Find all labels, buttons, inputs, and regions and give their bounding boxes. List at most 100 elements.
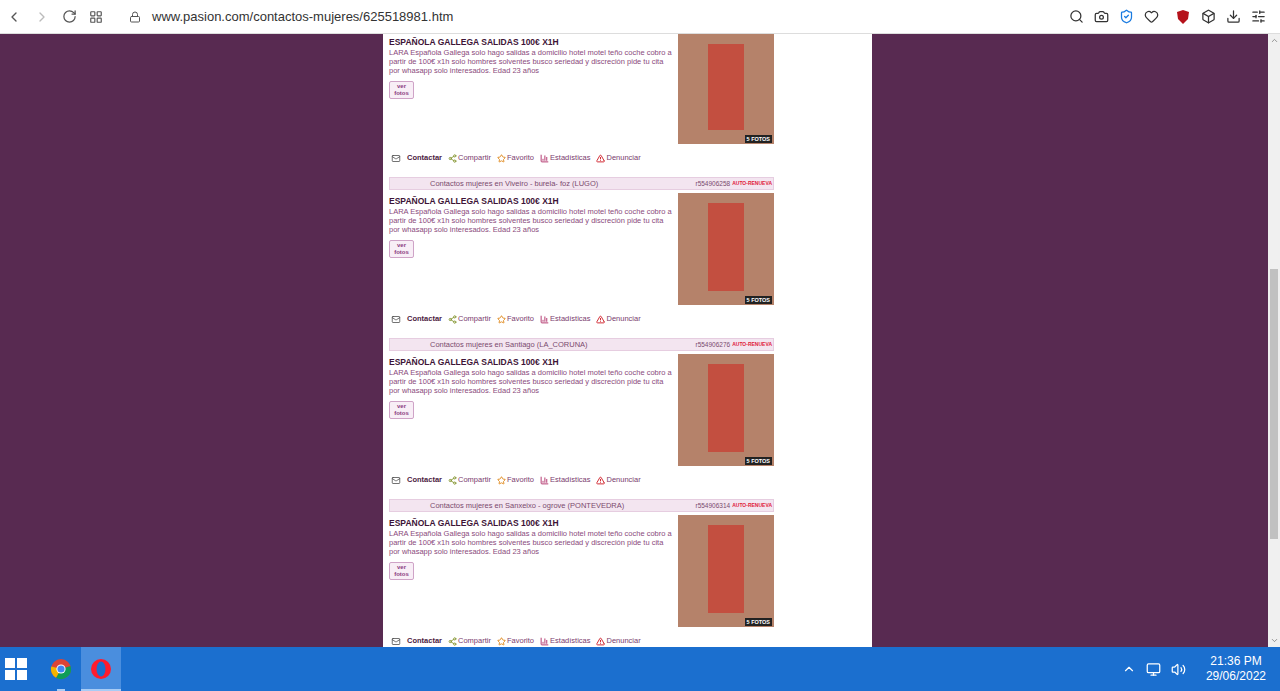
report-action[interactable]: Denunciar [596,635,640,646]
scrollbar[interactable] [1268,34,1280,647]
photo-count: 5 FOTOS [745,457,772,465]
ver-fotos-button[interactable]: ver fotos [389,401,414,419]
contact-action[interactable]: Contactar [389,152,442,163]
camera-icon[interactable] [1094,9,1109,24]
listings-column: ESPAÑOLA GALLEGA SALIDAS 100€ X1HLARA Es… [383,34,872,647]
extension-icon[interactable] [1201,9,1216,24]
stats-icon [540,637,549,646]
clock-time: 21:36 PM [1210,654,1261,669]
ver-fotos-button[interactable]: ver fotos [389,81,414,99]
opera-icon [90,658,112,680]
photo-count: 5 FOTOS [745,296,772,304]
forward-icon[interactable] [34,9,50,25]
favorite-action[interactable]: Favorito [497,474,534,485]
listing-description: LARA Española Gallega solo hago salidas … [389,368,674,395]
stats-icon [540,315,549,324]
report-action[interactable]: Denunciar [596,313,640,324]
share-action[interactable]: Compartir [448,313,491,324]
photo-block [708,364,744,452]
warning-icon [596,154,605,163]
share-action[interactable]: Compartir [448,635,491,646]
share-icon [448,476,457,485]
reload-icon[interactable] [62,9,77,24]
listing-location: Contactos mujeres en Viveiro - burela- f… [430,178,693,189]
listing-body: ESPAÑOLA GALLEGA SALIDAS 100€ X1HLARA Es… [389,515,774,627]
taskbar: 21:36 PM29/06/2022 [0,647,1280,691]
lock-icon [129,11,141,23]
share-action[interactable]: Compartir [448,152,491,163]
taskbar-app[interactable] [41,647,81,691]
ver-fotos-button[interactable]: ver fotos [389,240,414,258]
report-action[interactable]: Denunciar [596,152,640,163]
contact-icon [389,637,403,646]
taskbar-app[interactable] [81,647,121,691]
listing-body: ESPAÑOLA GALLEGA SALIDAS 100€ X1HLARA Es… [389,34,774,144]
favorite-action[interactable]: Favorito [497,635,534,646]
listing-title[interactable]: ESPAÑOLA GALLEGA SALIDAS 100€ X1H [389,357,674,367]
listing-title[interactable]: ESPAÑOLA GALLEGA SALIDAS 100€ X1H [389,37,674,47]
clock[interactable]: 21:36 PM29/06/2022 [1206,654,1266,684]
listing: ESPAÑOLA GALLEGA SALIDAS 100€ X1HLARA Es… [389,34,774,177]
settings-icon[interactable] [1251,9,1266,24]
scroll-down-icon[interactable] [1270,636,1279,645]
auto-renew-badge: AUTO-RENUEVA [732,180,772,188]
tabs-grid-icon[interactable] [89,10,103,24]
windows-icon [4,657,28,681]
star-icon [497,476,506,485]
network-icon[interactable] [1146,662,1161,677]
listing-text: ESPAÑOLA GALLEGA SALIDAS 100€ X1HLARA Es… [389,193,674,305]
listing-actions: Contactar Compartir Favorito Estadísticas De… [389,474,774,486]
listing-title[interactable]: ESPAÑOLA GALLEGA SALIDAS 100€ X1H [389,518,674,528]
stats-action[interactable]: Estadísticas [540,313,590,324]
contact-action[interactable]: Contactar [389,474,442,485]
listing-photo[interactable]: 5 FOTOS [678,193,774,305]
contact-action[interactable]: Contactar [389,313,442,324]
listing-actions: Contactar Compartir Favorito Estadísticas De… [389,152,774,164]
screen: www.pasion.com/contactos-mujeres/6255189… [0,0,1280,691]
ver-fotos-button[interactable]: ver fotos [389,562,414,580]
contact-action[interactable]: Contactar [389,635,442,646]
stats-action[interactable]: Estadísticas [540,635,590,646]
auto-renew-badge: AUTO-RENUEVA [732,502,772,510]
volume-icon[interactable] [1171,662,1186,677]
warning-icon [596,637,605,646]
download-icon[interactable] [1226,9,1241,24]
listing-header: Contactos mujeres en Viveiro - burela- f… [389,177,774,190]
listing-text: ESPAÑOLA GALLEGA SALIDAS 100€ X1HLARA Es… [389,515,674,627]
photo-block [708,525,744,613]
share-action[interactable]: Compartir [448,474,491,485]
stats-action[interactable]: Estadísticas [540,152,590,163]
listing: Contactos mujeres en Sanxeixo - ogrove (… [389,499,774,647]
contact-icon [389,476,403,485]
listing-description: LARA Española Gallega solo hago salidas … [389,207,674,234]
back-icon[interactable] [6,9,22,25]
star-icon [497,154,506,163]
start-button[interactable] [1,647,31,691]
favorite-action[interactable]: Favorito [497,152,534,163]
listing-photo[interactable]: 5 FOTOS [678,34,774,144]
scrollbar-thumb[interactable] [1270,269,1278,539]
star-icon [497,637,506,646]
listing-title[interactable]: ESPAÑOLA GALLEGA SALIDAS 100€ X1H [389,196,674,206]
search-icon[interactable] [1069,9,1084,24]
taskbar-apps [41,647,121,691]
ublock-icon[interactable] [1175,9,1191,25]
url-field[interactable]: www.pasion.com/contactos-mujeres/6255189… [152,7,1069,27]
tray-chevron-icon[interactable] [1122,662,1136,676]
listing-actions: Contactar Compartir Favorito Estadísticas De… [389,635,774,647]
stats-icon [540,154,549,163]
listing-description: LARA Española Gallega solo hago salidas … [389,529,674,556]
photo-block [708,44,744,130]
listing-ref: r554906314 [695,501,730,511]
scroll-up-icon[interactable] [1270,36,1279,45]
toolbar-icons [1069,9,1266,25]
heart-icon[interactable] [1144,9,1159,24]
listing-photo[interactable]: 5 FOTOS [678,515,774,627]
report-action[interactable]: Denunciar [596,474,640,485]
listing-photo[interactable]: 5 FOTOS [678,354,774,466]
stats-action[interactable]: Estadísticas [540,474,590,485]
share-icon [448,154,457,163]
shield-check-icon[interactable] [1119,9,1134,24]
contact-icon [389,154,403,163]
favorite-action[interactable]: Favorito [497,313,534,324]
